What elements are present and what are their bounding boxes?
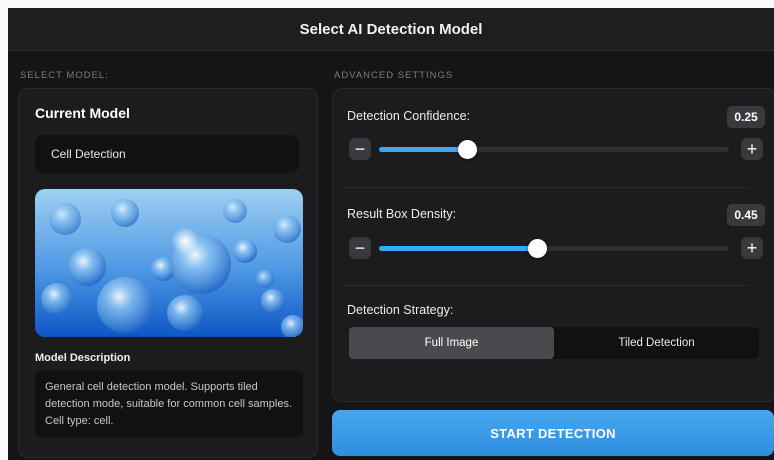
- density-slider-fill: [379, 246, 537, 251]
- minus-icon: −: [354, 238, 366, 258]
- model-description-text: General cell detection model. Supports t…: [35, 371, 303, 437]
- model-select[interactable]: Cell Detection: [35, 135, 299, 173]
- density-label: Result Box Density:: [347, 207, 457, 221]
- confidence-plus-button[interactable]: +: [741, 138, 763, 160]
- strategy-label: Detection Strategy:: [347, 303, 454, 317]
- density-plus-button[interactable]: +: [741, 237, 763, 259]
- advanced-settings-label: ADVANCED SETTINGS: [334, 70, 454, 81]
- confidence-slider-thumb[interactable]: [457, 140, 477, 159]
- model-preview-image: [35, 189, 303, 337]
- confidence-minus-button[interactable]: −: [349, 138, 371, 160]
- start-detection-button[interactable]: START DETECTION: [332, 410, 774, 456]
- settings-card: Detection Confidence: 0.25 − + Result Bo…: [332, 88, 774, 402]
- select-model-label: SELECT MODEL:: [20, 70, 109, 81]
- strategy-toggle: Full Image Tiled Detection: [349, 327, 759, 359]
- divider: [343, 187, 749, 188]
- density-slider[interactable]: [379, 239, 729, 258]
- density-value-badge: 0.45: [727, 204, 765, 226]
- minus-icon: −: [354, 139, 366, 159]
- divider: [343, 285, 749, 286]
- confidence-value-badge: 0.25: [727, 106, 765, 128]
- current-model-title: Current Model: [35, 105, 130, 121]
- strategy-option-full-image[interactable]: Full Image: [349, 327, 554, 359]
- density-slider-thumb[interactable]: [527, 239, 547, 258]
- confidence-slider-fill: [379, 147, 467, 152]
- dialog-title: Select AI Detection Model: [8, 8, 774, 51]
- plus-icon: +: [746, 139, 758, 159]
- confidence-slider[interactable]: [379, 140, 729, 159]
- app-window: Select AI Detection Model SELECT MODEL: …: [8, 8, 774, 460]
- model-card: Current Model Cell Detection Model Descr…: [18, 88, 318, 458]
- confidence-label: Detection Confidence:: [347, 109, 470, 123]
- model-description-title: Model Description: [35, 352, 131, 364]
- strategy-option-tiled-detection[interactable]: Tiled Detection: [554, 327, 759, 359]
- density-minus-button[interactable]: −: [349, 237, 371, 259]
- plus-icon: +: [746, 238, 758, 258]
